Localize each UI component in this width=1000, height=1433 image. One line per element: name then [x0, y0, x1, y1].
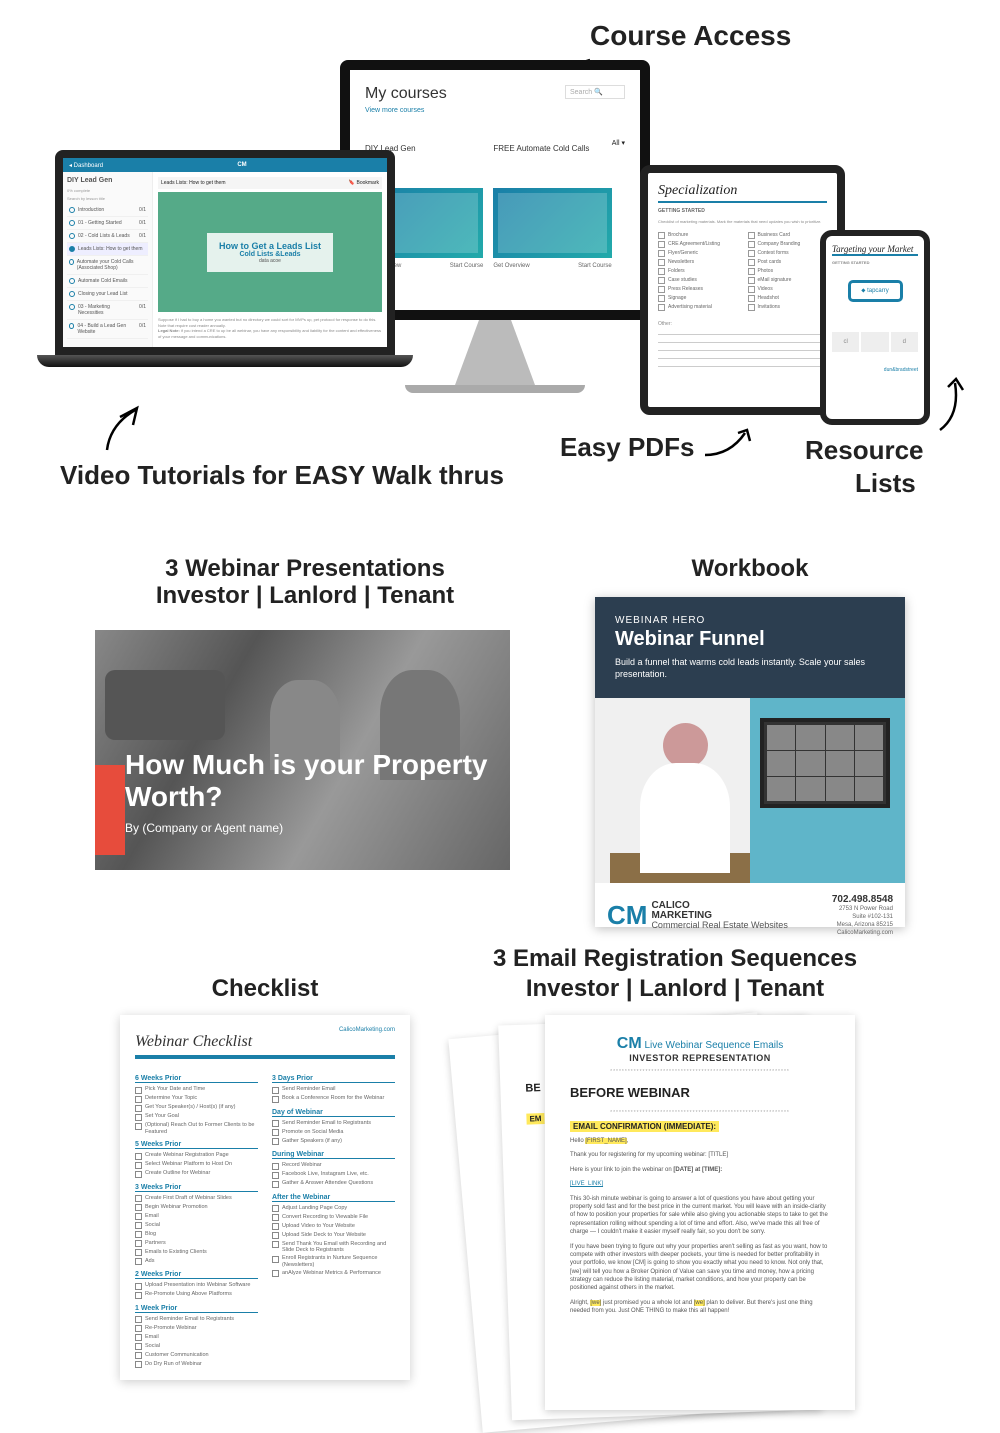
label-email-line2: Investor | Lanlord | Tenant	[425, 975, 925, 1003]
laptop-mockup: ◂ DashboardCM DIY Lead Gen 0% complete S…	[55, 150, 395, 367]
label-webinar-line2: Investor | Lanlord | Tenant	[105, 582, 505, 610]
arrow-video	[95, 405, 145, 460]
label-checklist: Checklist	[145, 975, 385, 1003]
label-course-access: Course Access	[590, 20, 791, 52]
email-sequence-mockup: CM BE EM CM Live Webinar Sequence Emails…	[445, 1015, 905, 1415]
arrow-pdf	[700, 425, 760, 465]
label-resource: Resource	[805, 435, 924, 466]
view-more-link: View more courses	[365, 107, 625, 114]
phone-mockup: Targeting your Market GETTING STARTED ⬥ …	[820, 230, 930, 425]
course-card: FREE Automate Cold Calls Get OverviewSta…	[493, 144, 611, 269]
label-email-line1: 3 Email Registration Sequences	[425, 945, 925, 973]
label-easy-pdfs: Easy PDFs	[560, 432, 694, 463]
workbook-mockup: WEBINAR HERO Webinar Funnel Build a funn…	[595, 597, 905, 927]
search-field: Search 🔍	[565, 85, 625, 99]
label-video-tutorials: Video Tutorials for EASY Walk thrus	[60, 460, 504, 491]
label-webinar-line1: 3 Webinar Presentations	[105, 555, 505, 583]
tablet-mockup: Specialization GETTING STARTED Checklist…	[640, 165, 845, 415]
filter-all: All ▾	[612, 139, 625, 147]
label-lists: Lists	[855, 468, 916, 499]
label-workbook: Workbook	[585, 555, 915, 583]
arrow-res	[930, 375, 970, 435]
webinar-slide-mockup: How Much is your Property Worth? By (Com…	[95, 630, 510, 870]
checklist-mockup: CalicoMarketing.com Webinar Checklist 6 …	[120, 1015, 410, 1380]
